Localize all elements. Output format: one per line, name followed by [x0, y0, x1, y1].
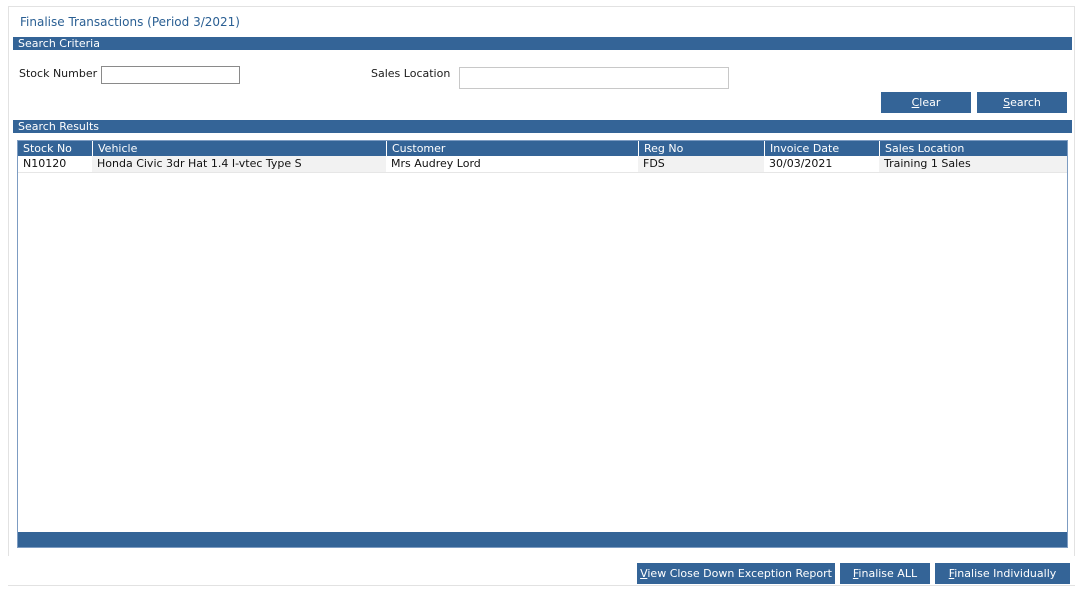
stock-number-input[interactable]: [101, 66, 240, 84]
finalise-all-label-rest: inalise ALL: [858, 567, 918, 580]
col-header-sales-location[interactable]: Sales Location: [879, 141, 1067, 156]
cell-invoice-date: 30/03/2021: [769, 157, 833, 170]
finalise-individually-button[interactable]: Finalise Individually: [935, 563, 1070, 584]
col-header-stock-no[interactable]: Stock No: [18, 141, 92, 156]
sales-location-input[interactable]: [459, 67, 729, 89]
finalise-all-button[interactable]: Finalise ALL: [840, 563, 930, 584]
search-button[interactable]: Search: [977, 92, 1067, 113]
cell-stock-no: N10120: [23, 157, 67, 170]
clear-label-rest: lear: [919, 96, 941, 109]
view-report-label-rest: iew Close Down Exception Report: [647, 567, 832, 580]
cell-customer: Mrs Audrey Lord: [391, 157, 481, 170]
results-grid[interactable]: Stock No Vehicle Customer Reg No Invoice…: [17, 140, 1068, 548]
clear-button[interactable]: Clear: [881, 92, 971, 113]
cell-reg-no: FDS: [638, 156, 764, 172]
footer-divider: [8, 585, 1075, 586]
stock-number-label: Stock Number: [19, 67, 98, 80]
page-title: Finalise Transactions (Period 3/2021): [20, 15, 240, 29]
table-row[interactable]: N10120 Honda Civic 3dr Hat 1.4 I-vtec Ty…: [18, 156, 1067, 173]
col-header-customer[interactable]: Customer: [386, 141, 638, 156]
cell-vehicle: Honda Civic 3dr Hat 1.4 I-vtec Type S: [92, 156, 386, 172]
search-label-rest: earch: [1010, 96, 1041, 109]
sales-location-label: Sales Location: [371, 67, 451, 80]
col-header-vehicle[interactable]: Vehicle: [92, 141, 386, 156]
grid-header-row: Stock No Vehicle Customer Reg No Invoice…: [18, 141, 1067, 156]
grid-footer-bar: [18, 532, 1067, 547]
view-close-down-exception-report-button[interactable]: View Close Down Exception Report: [637, 563, 835, 584]
finalise-individually-label-rest: inalise Individually: [954, 567, 1057, 580]
col-header-invoice-date[interactable]: Invoice Date: [764, 141, 879, 156]
col-header-reg-no[interactable]: Reg No: [638, 141, 764, 156]
cell-sales-location: Training 1 Sales: [879, 156, 1067, 172]
search-criteria-header: Search Criteria: [13, 37, 1072, 50]
search-results-header: Search Results: [13, 120, 1072, 133]
